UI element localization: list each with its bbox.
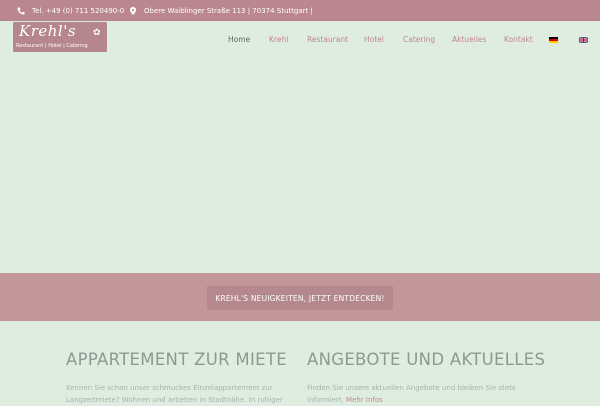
nav-item-restaurant[interactable]: Restaurant xyxy=(307,35,348,44)
top-info-bar: Tel. +49 (0) 711 520490-0 Obere Waibling… xyxy=(0,0,600,21)
more-info-link[interactable]: Mehr Infos xyxy=(346,396,383,404)
news-band: KREHL'S NEUIGKEITEN, JETZT ENTDECKEN! xyxy=(0,273,600,321)
german-flag-icon[interactable] xyxy=(549,37,558,43)
phone-text: Tel. +49 (0) 711 520490-0 xyxy=(32,6,125,15)
address-info: Obere Waiblinger Straße 113 | 70374 Stut… xyxy=(129,0,313,21)
nav-item-kontakt[interactable]: Kontakt xyxy=(504,35,533,44)
nav-item-krehl[interactable]: Krehl xyxy=(269,35,288,44)
offers-section: ANGEBOTE UND AKTUELLES Finden Sie unsere… xyxy=(307,350,546,406)
news-cta-button[interactable]: KREHL'S NEUIGKEITEN, JETZT ENTDECKEN! xyxy=(207,286,393,310)
nav-item-home[interactable]: Home xyxy=(228,35,250,44)
offers-title: ANGEBOTE UND AKTUELLES xyxy=(307,350,546,369)
site-header: Krehl's ✿ Restaurant | Hotel | Catering … xyxy=(0,21,600,62)
apartment-section: APPARTEMENT ZUR MIETE Kennen Sie schon u… xyxy=(66,350,296,406)
uk-flag-icon[interactable] xyxy=(579,37,588,43)
offers-text: Finden Sie unsere aktuellen Angebote und… xyxy=(307,384,516,404)
phone-icon xyxy=(17,7,25,14)
apartment-text: Kennen Sie schon unser schmuckes Einzela… xyxy=(66,384,283,404)
address-text: Obere Waiblinger Straße 113 | 70374 Stut… xyxy=(144,6,313,15)
map-pin-icon xyxy=(130,6,136,15)
main-nav: Home Krehl Restaurant Hotel Catering Akt… xyxy=(0,21,600,62)
offers-paragraph: Finden Sie unsere aktuellen Angebote und… xyxy=(307,382,537,406)
hero-area xyxy=(0,62,600,273)
nav-item-hotel[interactable]: Hotel xyxy=(364,35,384,44)
apartment-title: APPARTEMENT ZUR MIETE xyxy=(66,350,287,369)
nav-item-aktuelles[interactable]: Aktuelles xyxy=(452,35,486,44)
phone-info[interactable]: Tel. +49 (0) 711 520490-0 xyxy=(17,0,124,21)
nav-item-catering[interactable]: Catering xyxy=(403,35,435,44)
